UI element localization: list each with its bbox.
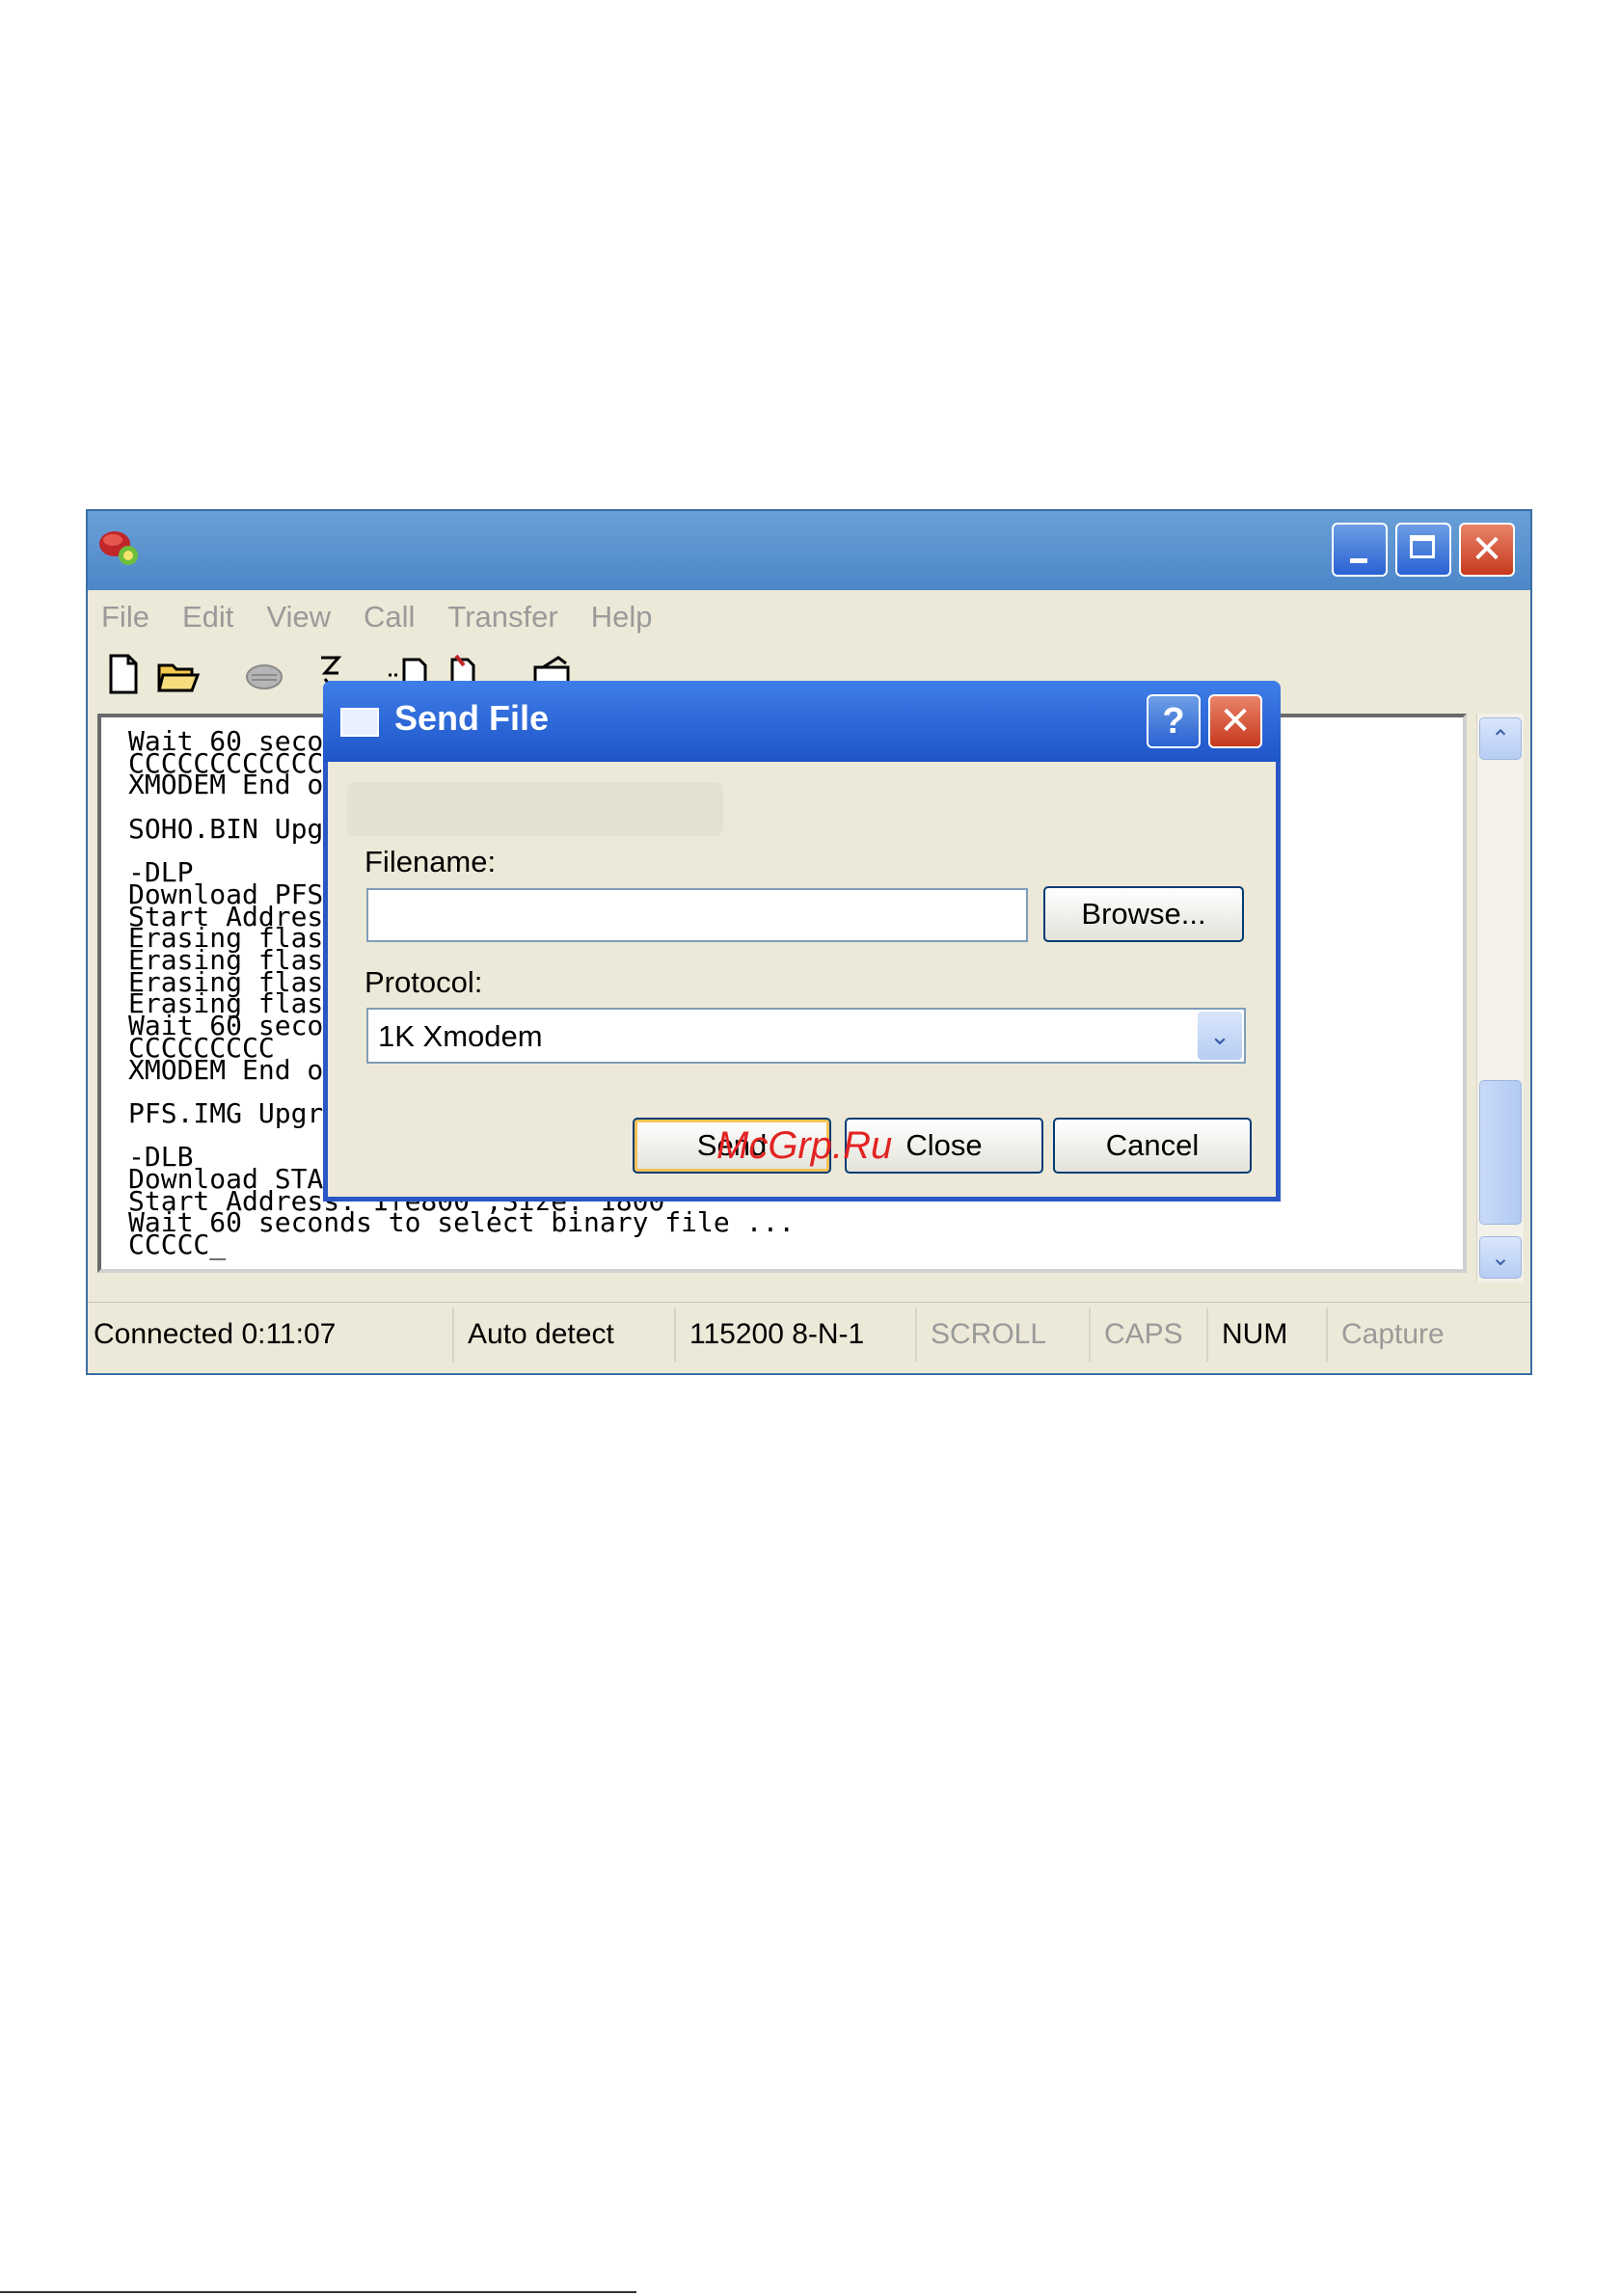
scroll-thumb[interactable] <box>1479 1080 1522 1225</box>
watermark-text: McGrp.Ru <box>716 1124 893 1167</box>
status-num: NUM <box>1208 1308 1328 1362</box>
menu-help[interactable]: Help <box>591 600 653 635</box>
open-folder-icon[interactable] <box>155 652 200 696</box>
maximize-icon <box>1410 535 1435 558</box>
send-file-dialog: Send File ? ✕ Filename: Browse... Protoc… <box>323 681 1281 1202</box>
chevron-down-icon[interactable]: ⌄ <box>1198 1012 1242 1060</box>
browse-button[interactable]: Browse... <box>1043 886 1244 942</box>
minimize-button[interactable] <box>1332 523 1388 577</box>
status-caps: CAPS <box>1091 1308 1208 1362</box>
protocol-label: Protocol: <box>365 965 483 999</box>
status-connected: Connected 0:11:07 <box>88 1308 454 1362</box>
connect-icon[interactable] <box>242 652 286 696</box>
scroll-up-button[interactable]: ⌃ <box>1479 717 1522 760</box>
cancel-button[interactable]: Cancel <box>1053 1118 1252 1174</box>
menu-view[interactable]: View <box>266 600 331 635</box>
maximize-button[interactable] <box>1395 523 1451 577</box>
status-capture: Capture <box>1341 1318 1445 1350</box>
menu-file[interactable]: File <box>101 600 149 635</box>
close-window-button[interactable]: ✕ <box>1459 523 1515 577</box>
status-scroll: SCROLL <box>917 1308 1091 1362</box>
status-detect: Auto detect <box>454 1308 676 1362</box>
blurred-header-strip <box>347 782 723 836</box>
window-titlebar[interactable]: ✕ <box>88 511 1530 590</box>
menu-bar: File Edit View Call Transfer Help <box>88 590 1530 644</box>
protocol-select[interactable]: 1K Xmodem ⌄ <box>366 1008 1246 1064</box>
close-icon: ✕ <box>1471 527 1503 572</box>
status-settings: 115200 8-N-1 <box>676 1308 917 1362</box>
dialog-close-button[interactable]: ✕ <box>1208 694 1262 748</box>
menu-transfer[interactable]: Transfer <box>447 600 557 635</box>
chevron-down-icon: ⌄ <box>1490 1244 1511 1271</box>
new-document-icon[interactable] <box>101 652 146 696</box>
menu-edit[interactable]: Edit <box>182 600 233 635</box>
vertical-scrollbar[interactable]: ⌃ ⌄ <box>1476 714 1524 1283</box>
scroll-down-button[interactable]: ⌄ <box>1479 1236 1522 1279</box>
minimize-icon <box>1350 558 1367 563</box>
page-bottom-rule <box>0 2291 636 2293</box>
dialog-titlebar[interactable]: Send File ? ✕ <box>323 681 1281 762</box>
status-bar: Connected 0:11:07 Auto detect 115200 8-N… <box>88 1302 1530 1366</box>
chevron-up-icon: ⌃ <box>1490 725 1511 752</box>
dialog-title: Send File <box>394 698 550 738</box>
hyperterminal-app-icon <box>99 531 138 565</box>
filename-label: Filename: <box>365 845 497 878</box>
dialog-window-icon <box>340 708 379 737</box>
help-button[interactable]: ? <box>1147 694 1201 748</box>
menu-call[interactable]: Call <box>364 600 415 635</box>
protocol-value: 1K Xmodem <box>378 1019 543 1053</box>
filename-input[interactable] <box>366 888 1028 942</box>
close-icon: ✕ <box>1219 699 1252 743</box>
